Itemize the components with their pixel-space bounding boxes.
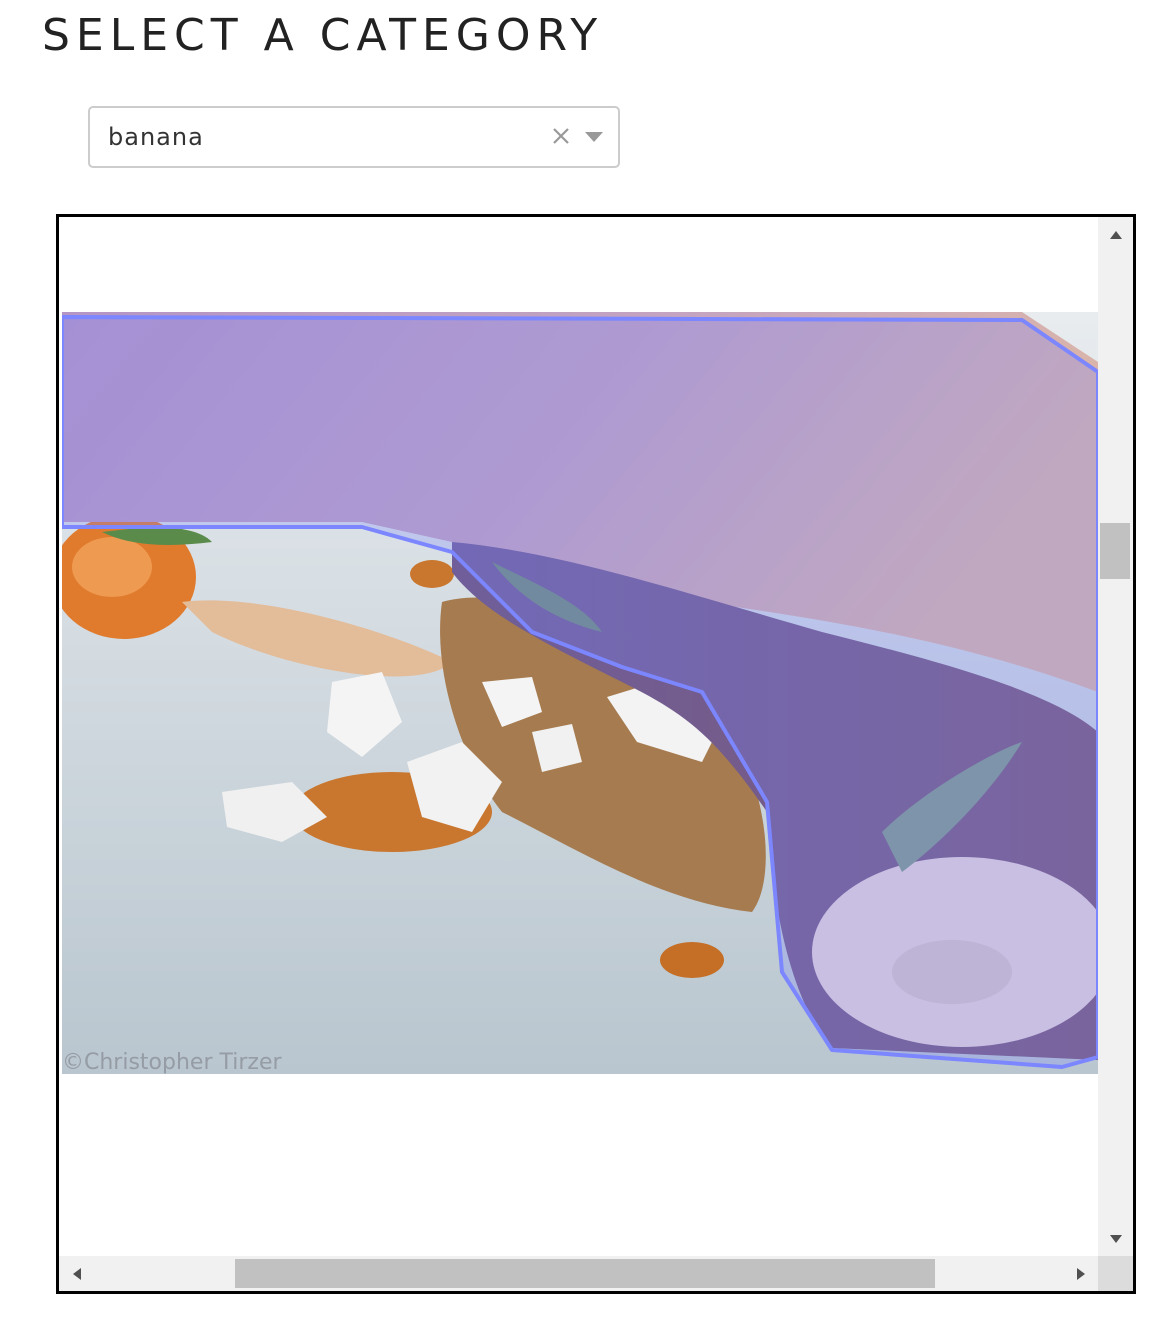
scroll-left-arrow-icon[interactable] bbox=[69, 1266, 85, 1282]
image-watermark: ©Christopher Tirzer bbox=[62, 1050, 282, 1075]
horizontal-scrollbar[interactable] bbox=[59, 1256, 1098, 1291]
scroll-right-arrow-icon[interactable] bbox=[1073, 1266, 1089, 1282]
chevron-down-icon[interactable] bbox=[584, 130, 604, 144]
horizontal-scrollbar-thumb[interactable] bbox=[235, 1259, 935, 1288]
food-photo bbox=[62, 312, 1098, 1074]
category-select[interactable]: banana bbox=[88, 106, 620, 168]
page-title: SELECT A CATEGORY bbox=[42, 10, 604, 61]
vertical-scrollbar-thumb[interactable] bbox=[1100, 523, 1130, 579]
scroll-down-arrow-icon[interactable] bbox=[1108, 1231, 1124, 1247]
close-icon[interactable] bbox=[548, 123, 574, 149]
image-canvas[interactable]: ©Christopher Tirzer bbox=[59, 217, 1098, 1256]
scrollbar-corner bbox=[1098, 1256, 1133, 1291]
image-viewer[interactable]: ©Christopher Tirzer bbox=[56, 214, 1136, 1294]
vertical-scrollbar[interactable] bbox=[1098, 217, 1133, 1256]
scroll-up-arrow-icon[interactable] bbox=[1108, 227, 1124, 243]
category-select-value: banana bbox=[108, 123, 204, 151]
